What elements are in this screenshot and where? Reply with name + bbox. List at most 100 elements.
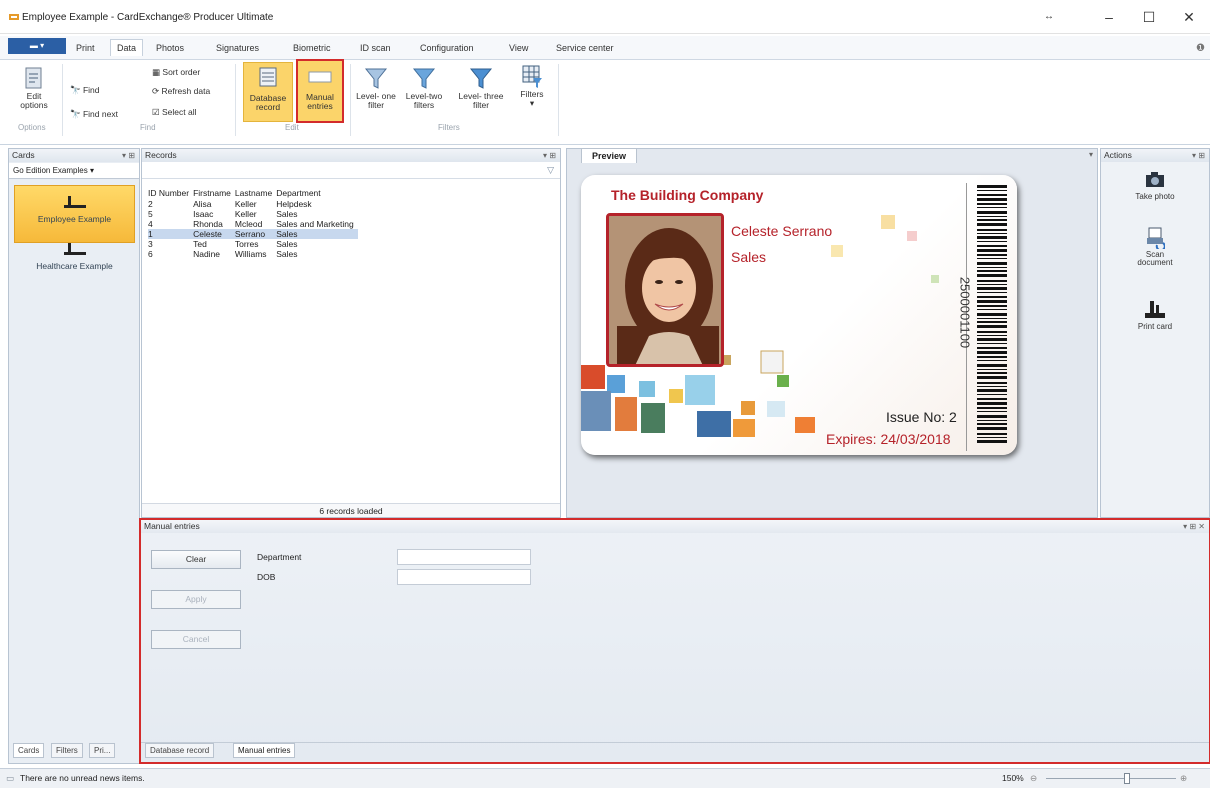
manual-entries-button[interactable]: Manual entries	[296, 59, 344, 123]
tab-data[interactable]: Data	[110, 39, 144, 56]
minimize-button[interactable]: –	[1098, 6, 1120, 28]
table-row[interactable]: 1 Celeste Serrano Sales	[148, 229, 358, 239]
card-item-healthcare-example[interactable]: Healthcare Example	[14, 233, 135, 291]
database-record-icon	[259, 67, 277, 87]
column-header[interactable]: Firstname	[193, 187, 235, 199]
tab-configuration[interactable]: Configuration	[420, 43, 474, 53]
table-cell: Keller	[234, 199, 257, 209]
tab-biometric[interactable]: Biometric	[293, 43, 331, 53]
apply-button[interactable]: Apply	[151, 590, 241, 609]
select-all-icon: ☑	[152, 107, 160, 117]
column-header[interactable]: ID Number	[148, 187, 193, 199]
table-row[interactable]: 4 Rhonda Mcleod Sales and Marketing	[148, 219, 358, 229]
card-barcode	[977, 185, 1007, 443]
pin-icon[interactable]: ▾ ⊞	[543, 149, 556, 162]
column-header[interactable]: Department	[276, 187, 358, 199]
tab-id-scan[interactable]: ID scan	[360, 43, 391, 53]
pin-icon[interactable]: ▾ ⊞	[122, 149, 135, 162]
pin-icon[interactable]: ▾	[1089, 150, 1093, 159]
tab-service-center[interactable]: Service center	[556, 43, 614, 53]
sort-order-button[interactable]: ▦ Sort order	[152, 68, 200, 77]
scanner-icon	[1147, 227, 1165, 249]
table-row[interactable]: 5 Isaac Keller Sales	[148, 209, 358, 219]
barcode-bar	[977, 262, 1007, 265]
portrait-image	[609, 216, 721, 364]
tab-preview[interactable]: Preview	[581, 148, 638, 163]
barcode-bar	[977, 284, 1007, 285]
barcode-bar	[977, 245, 1007, 247]
cancel-button[interactable]: Cancel	[151, 630, 241, 649]
refresh-data-button[interactable]: ⟳ Refresh data	[152, 87, 210, 96]
table-cell: Rhonda	[193, 219, 223, 229]
table-row[interactable]: 6 Nadine Williams Sales	[148, 249, 358, 259]
barcode-bar	[977, 356, 1007, 358]
card-printer-icon	[63, 196, 86, 208]
tab-cards[interactable]: Cards	[13, 743, 45, 758]
zoom-slider[interactable]	[1046, 778, 1176, 779]
find-next-button[interactable]: 🔭 Find next	[70, 110, 118, 119]
dob-field[interactable]	[397, 569, 531, 585]
news-icon: ▭	[6, 773, 15, 783]
barcode-bar	[977, 207, 1007, 208]
card-printer-icon	[1145, 301, 1165, 318]
restore-icon[interactable]: ↔	[1038, 6, 1060, 28]
card-expiry: Expires: 24/03/2018	[826, 431, 951, 447]
table-row[interactable]: 2 Alisa Keller Helpdesk	[148, 199, 358, 209]
table-cell: Sales	[276, 229, 358, 239]
database-record-button[interactable]: Database record	[243, 62, 293, 122]
table-cell: Keller	[234, 209, 257, 219]
clear-button[interactable]: Clear	[151, 550, 241, 569]
barcode-bar	[977, 427, 1007, 430]
take-photo-action[interactable]: Take photo	[1101, 171, 1209, 201]
card-group-select[interactable]: Go Edition Examples ▾	[9, 163, 139, 179]
select-all-button[interactable]: ☑ Select all	[152, 108, 197, 117]
filters-button[interactable]: Filters ▾	[514, 64, 550, 108]
column-header[interactable]: Lastname	[235, 187, 276, 199]
table-cell: Sales	[276, 209, 298, 219]
manual-entries-icon	[308, 71, 332, 83]
zoom-out-icon[interactable]: ⊖	[1030, 769, 1037, 787]
barcode-bar	[977, 440, 1007, 443]
funnel-icon	[364, 68, 388, 89]
tab-filters[interactable]: Filters	[51, 743, 83, 758]
ribbon-tab-bar: Print Data Photos Signatures Biometric I…	[0, 36, 1210, 60]
table-cell: Alisa	[193, 199, 212, 209]
help-icon[interactable]: ❶	[1196, 43, 1205, 54]
zoom-slider-thumb[interactable]	[1124, 773, 1130, 784]
table-row[interactable]: 3 Ted Torres Sales	[148, 239, 358, 249]
pin-icon[interactable]: ▾ ⊞ ✕	[1183, 520, 1205, 533]
records-panel: Records ▾ ⊞ ▽ ID Number Firstname Lastnam…	[141, 148, 561, 518]
barcode-bar	[977, 338, 1007, 341]
edit-options-button[interactable]: Edit options	[12, 66, 56, 110]
window-title: Employee Example - CardExchange® Produce…	[22, 12, 274, 23]
records-search-input[interactable]: ▽	[142, 163, 560, 179]
zoom-in-icon[interactable]: ⊕	[1180, 769, 1187, 787]
id-card-preview: The Building Company Celeste Serrano Sal…	[581, 175, 1017, 455]
scan-document-action[interactable]: Scan document	[1101, 227, 1209, 267]
table-cell: Sales	[276, 249, 298, 259]
tab-view[interactable]: View	[509, 43, 528, 53]
print-card-action[interactable]: Print card	[1101, 299, 1209, 331]
cards-panel-header: Cards ▾ ⊞	[9, 149, 139, 162]
barcode-bar	[977, 402, 1007, 405]
tab-signatures[interactable]: Signatures	[216, 43, 259, 53]
maximize-button[interactable]: ☐	[1138, 6, 1160, 28]
department-field[interactable]	[397, 549, 531, 565]
card-vertical-number: 2500001100	[957, 276, 973, 349]
group-label-edit: Edit	[285, 123, 299, 132]
tab-manual-entries[interactable]: Manual entries	[233, 743, 296, 758]
pin-icon[interactable]: ▾ ⊞	[1192, 149, 1205, 162]
filter-icon[interactable]: ▽	[547, 165, 554, 176]
table-cell: 3	[148, 239, 153, 249]
find-button[interactable]: 🔭 Find	[70, 86, 100, 95]
level-three-filter-button[interactable]: Level- three filter	[458, 66, 504, 110]
close-button[interactable]: ✕	[1178, 6, 1200, 28]
level-two-filters-button[interactable]: Level-two filters	[404, 66, 444, 110]
tab-database-record[interactable]: Database record	[145, 743, 215, 758]
file-menu-button[interactable]: ▬ ▾	[8, 38, 66, 54]
level-one-filter-button[interactable]: Level- one filter	[356, 66, 396, 110]
tab-print-settings[interactable]: Pri...	[89, 743, 116, 758]
barcode-bar	[977, 423, 1007, 425]
tab-photos[interactable]: Photos	[156, 43, 184, 53]
tab-print[interactable]: Print	[76, 43, 95, 53]
